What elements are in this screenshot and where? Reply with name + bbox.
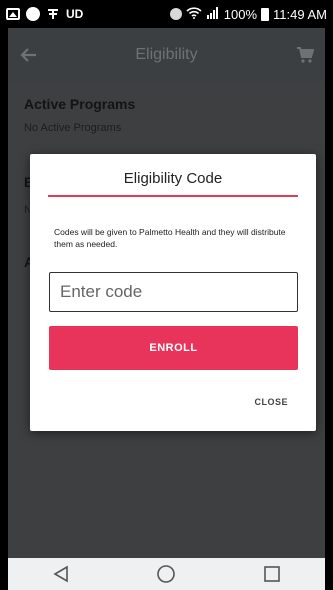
close-button[interactable]: CLOSE (254, 397, 288, 407)
app-bar: Eligibility (8, 28, 325, 82)
dialog-message: Codes will be given to Palmetto Health a… (54, 227, 286, 249)
active-programs-heading: Active Programs (24, 96, 136, 112)
dialog-title: Eligibility Code (48, 170, 298, 197)
cell-signal-icon (206, 6, 220, 22)
eligibility-code-input[interactable] (49, 272, 298, 312)
signal-notification-icon (46, 7, 60, 21)
carrier-badge: UD (66, 7, 84, 21)
wifi-icon (186, 6, 202, 22)
bluetooth-icon (169, 8, 182, 20)
shopping-cart-icon[interactable] (285, 28, 325, 82)
status-right: 100% 11:49 AM (169, 6, 327, 22)
gallery-notification-icon (6, 8, 20, 20)
arrow-left-icon[interactable] (8, 28, 48, 82)
page-title: Eligibility (135, 46, 198, 63)
battery-percent: 100% (223, 6, 258, 22)
clock: 11:49 AM (273, 6, 327, 22)
battery-icon (261, 7, 270, 21)
square-recents-icon[interactable] (242, 558, 302, 590)
circle-home-icon[interactable] (136, 558, 196, 590)
active-programs-text: No Active Programs (24, 122, 122, 134)
triangle-back-icon[interactable] (31, 558, 91, 590)
messenger-notification-icon (26, 7, 40, 21)
status-left: UD (6, 7, 83, 21)
enroll-button[interactable]: ENROLL (49, 326, 298, 370)
eligibility-code-dialog: Eligibility Code Codes will be given to … (30, 154, 316, 431)
system-nav-bar (8, 558, 325, 590)
status-bar: UD 100% 11:49 AM (0, 0, 333, 28)
